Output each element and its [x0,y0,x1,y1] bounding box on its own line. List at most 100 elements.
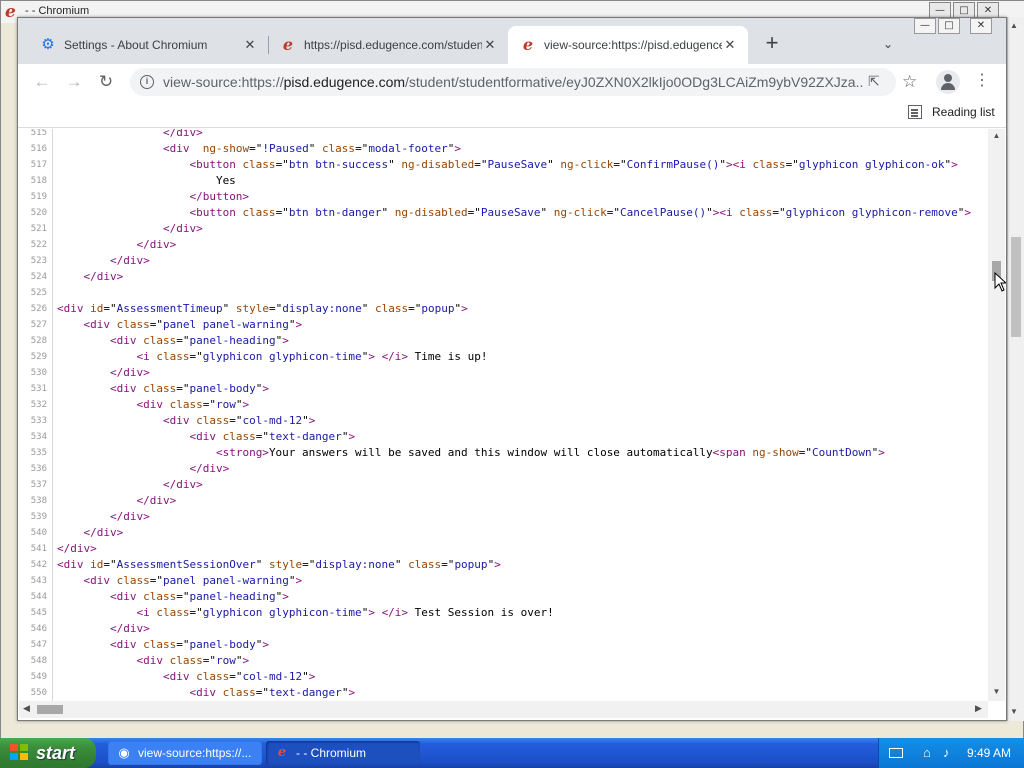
source-line: 516 <div ng-show="!Paused" class="modal-… [19,141,988,157]
bookmark-star-icon[interactable]: ☆ [902,72,917,92]
taskbar-item-chromium[interactable]: e - - Chromium [266,741,420,765]
line-number: 528 [30,336,47,346]
source-line: 523 </div> [19,253,988,269]
source-code: <button class="btn btn-success" ng-disab… [189,158,958,171]
network-icon[interactable]: ⌂ [923,745,931,760]
source-code: </div> [162,129,203,139]
reload-icon[interactable]: ↻ [92,68,120,96]
close-icon[interactable]: ✕ [722,37,738,53]
browser-toolbar: ← → ↻ i view-source:https://pisd.edugenc… [18,64,1006,100]
share-icon[interactable]: ⇱ [868,73,880,90]
line-number: 541 [30,544,47,554]
back-arrow-icon[interactable]: ← [28,68,56,96]
line-number: 535 [30,448,47,458]
keyboard-icon[interactable] [889,748,903,758]
bookmarks-bar: Reading list [18,100,1006,128]
line-number: 524 [30,272,47,282]
source-line: 524 </div> [19,269,988,285]
chromium-icon: ◉ [118,745,130,760]
source-line: 534 <div class="text-danger"> [19,429,988,445]
source-code: <div class="panel-heading"> [109,334,289,347]
source-line: 545 <i class="glyphicon glyphicon-time">… [19,605,988,621]
scroll-down-arrow-icon[interactable]: ▼ [988,685,1005,699]
url-host: pisd.edugence.com [283,74,406,90]
reading-list-button[interactable]: Reading list [908,105,995,119]
vertical-scrollbar[interactable]: ▲ ▼ [988,129,1005,701]
menu-kebab-icon[interactable]: ⋮ [974,70,990,90]
source-code: </div> [109,510,150,523]
line-number: 526 [30,304,47,314]
source-line: 532 <div class="row"> [19,397,988,413]
forward-arrow-icon[interactable]: → [60,68,88,96]
line-number: 532 [30,400,47,410]
line-number: 534 [30,432,47,442]
source-code: <div class="panel-body"> [109,382,269,395]
line-number: 518 [30,176,47,186]
tab-view-source[interactable]: e view-source:https://pisd.edugence.c ✕ [508,26,748,64]
line-number: 516 [30,144,47,154]
tab-title: view-source:https://pisd.edugence.c [544,38,722,52]
scroll-right-arrow-icon[interactable]: ▶ [975,703,982,714]
tab-student-page[interactable]: e https://pisd.edugence.com/student/ ✕ [268,26,508,64]
line-number: 521 [30,224,47,234]
horizontal-scrollbar-thumb[interactable] [37,705,63,714]
close-icon[interactable]: ✕ [242,37,258,53]
scrollbar-thumb[interactable] [1011,237,1021,337]
tab-title: https://pisd.edugence.com/student/ [304,38,482,52]
edugence-e-icon: e [522,35,534,54]
background-window-title: - - Chromium [25,5,90,17]
horizontal-scrollbar[interactable]: ◀ ▶ [19,701,988,718]
background-window-scrollbar[interactable]: ▲ ▼ [1007,17,1024,721]
taskbar-item-view-source[interactable]: ◉ view-source:https://... [108,741,262,765]
info-icon[interactable]: i [140,75,154,89]
tab-title: Settings - About Chromium [64,38,208,52]
scroll-down-arrow-icon[interactable]: ▼ [1010,707,1018,716]
source-code: <div class="panel-body"> [109,638,269,651]
source-code: <div class="row"> [136,398,250,411]
new-tab-button[interactable]: + [758,30,786,58]
tab-search-chevron-icon[interactable]: ⌄ [876,32,900,56]
scroll-up-arrow-icon[interactable]: ▲ [988,129,1005,143]
line-number: 545 [30,608,47,618]
view-source-content[interactable]: 515 </div> 516 <div ng-show="!Paused" cla… [19,129,988,701]
source-line: 543 <div class="panel panel-warning"> [19,573,988,589]
source-line: 528 <div class="panel-heading"> [19,333,988,349]
source-code: </div> [162,222,203,235]
profile-avatar-icon[interactable] [936,70,960,94]
minimize-icon[interactable]: — [914,18,936,34]
source-line: 542 <div id="AssessmentSessionOver" style… [19,557,988,573]
line-number: 517 [30,160,47,170]
edugence-e-icon: e [277,745,287,760]
scroll-left-arrow-icon[interactable]: ◀ [23,703,30,714]
source-line: 548 <div class="row"> [19,653,988,669]
source-line: 526 <div id="AssessmentTimeup" style="dis… [19,301,988,317]
source-code: <button class="btn btn-danger" ng-disabl… [189,206,972,219]
source-code: <i class="glyphicon glyphicon-time"> </i… [136,350,488,363]
source-code: </div> [109,622,150,635]
line-number: 529 [30,352,47,362]
line-number: 550 [30,688,47,698]
close-icon[interactable]: ✕ [970,18,992,34]
volume-icon[interactable]: ♪ [943,745,950,760]
line-number: 523 [30,256,47,266]
source-code: </div> [109,366,150,379]
gear-icon: ⚙ [41,36,55,53]
source-line: 540 </div> [19,525,988,541]
tab-strip: — □ ✕ ⚙ Settings - About Chromium ✕ e ht… [18,18,1006,64]
close-icon[interactable]: ✕ [482,37,498,53]
scroll-up-arrow-icon[interactable]: ▲ [1010,21,1018,30]
line-number: 540 [30,528,47,538]
source-code: <div class="row"> [136,654,250,667]
start-button[interactable]: start [0,738,96,768]
tab-settings[interactable]: ⚙ Settings - About Chromium ✕ [28,26,268,64]
line-number: 525 [30,288,47,298]
reading-list-label: Reading list [932,105,995,119]
maximize-icon[interactable]: □ [938,18,960,34]
url-text[interactable]: view-source:https://pisd.edugence.com/st… [163,74,863,90]
source-line: 538 </div> [19,493,988,509]
source-line: 518 Yes [19,173,988,189]
address-bar[interactable]: i view-source:https://pisd.edugence.com/… [130,68,896,96]
source-line: 546 </div> [19,621,988,637]
browser-window: — □ ✕ ⚙ Settings - About Chromium ✕ e ht… [17,17,1007,721]
source-line: 541 </div> [19,541,988,557]
